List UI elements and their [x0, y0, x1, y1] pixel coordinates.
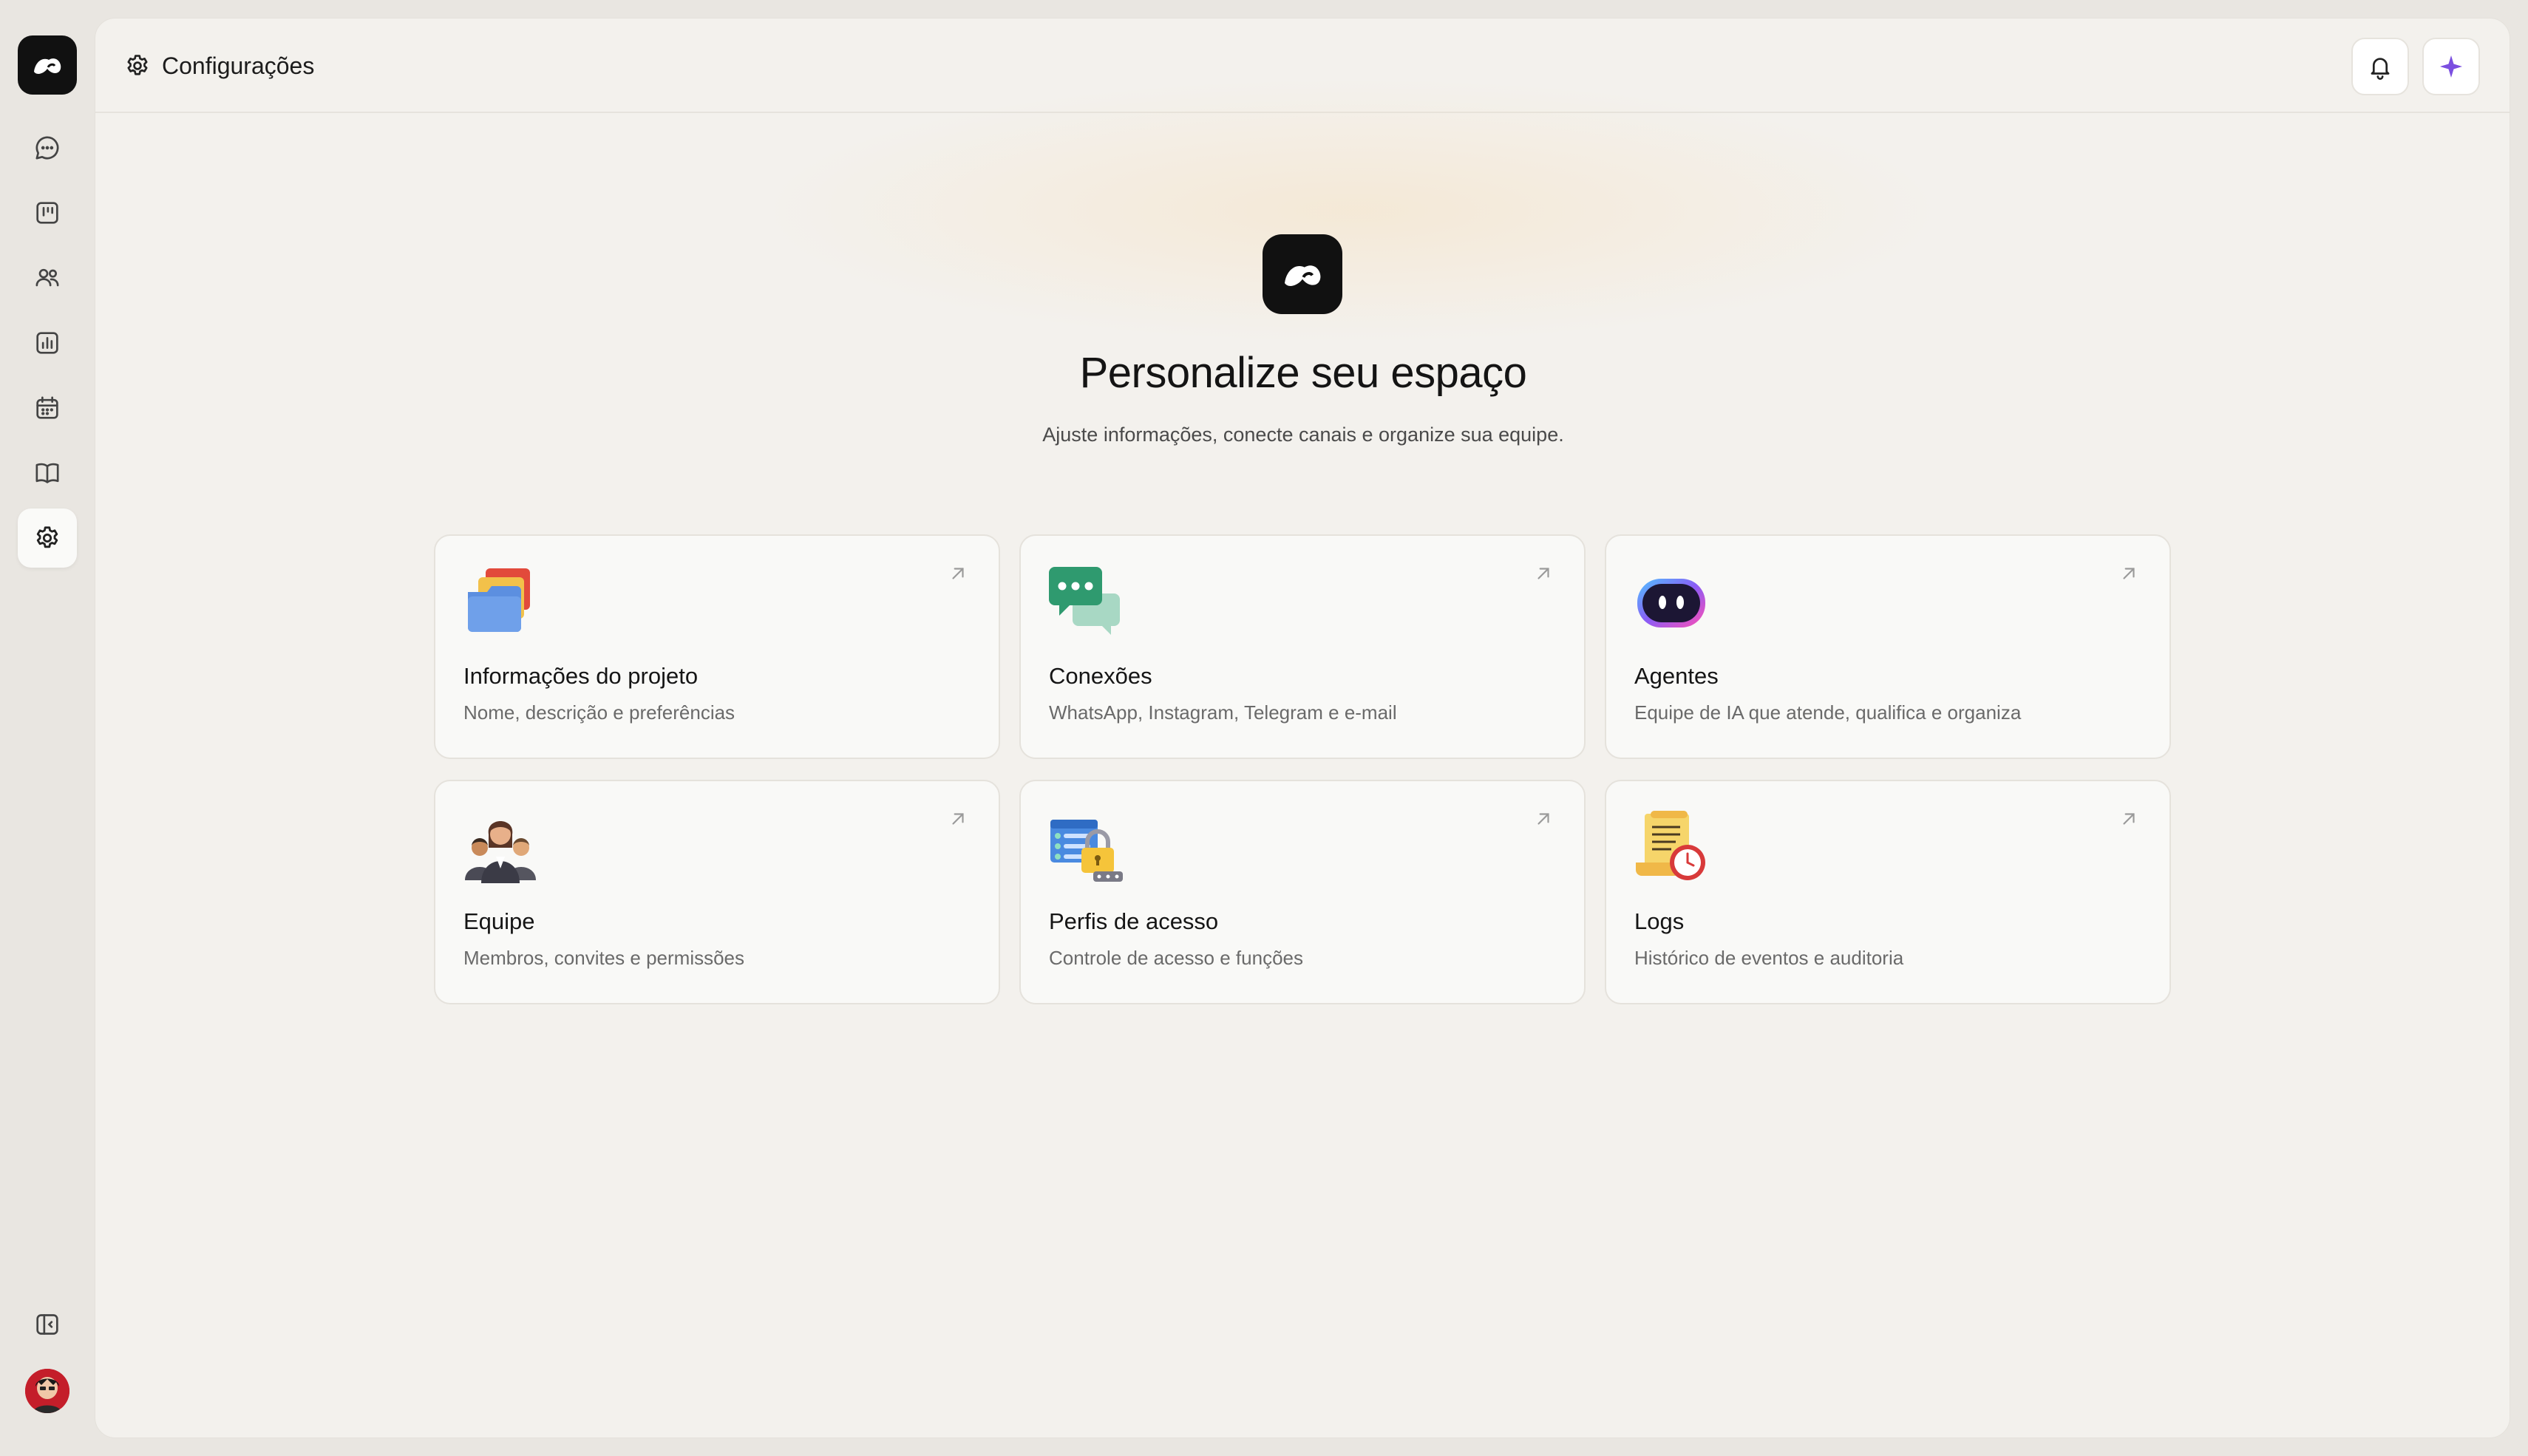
- card-description: WhatsApp, Instagram, Telegram e e-mail: [1049, 701, 1397, 724]
- board-icon: [36, 202, 58, 224]
- folders-icon: [468, 568, 530, 632]
- robot-icon: [1637, 579, 1705, 627]
- card-description: Controle de acesso e funções: [1049, 947, 1303, 969]
- arrow-up-right-icon: [2123, 568, 2135, 579]
- sidebar-item-knowledge[interactable]: [18, 443, 77, 503]
- sidebar-item-board[interactable]: [18, 183, 77, 242]
- arrow-up-right-icon: [2123, 813, 2135, 825]
- card-title: Agentes: [1634, 663, 1719, 689]
- ai-assistant-button[interactable]: [2422, 38, 2480, 95]
- card-title: Logs: [1634, 908, 1685, 934]
- card-title: Equipe: [463, 908, 535, 934]
- sidebar-toggle-icon: [36, 1314, 58, 1335]
- card-title: Conexões: [1049, 663, 1152, 689]
- hero-subtitle: Ajuste informações, conecte canais e org…: [1042, 423, 1564, 446]
- arrow-up-right-icon: [952, 568, 964, 579]
- sidebar-toggle-button[interactable]: [18, 1295, 77, 1354]
- lock-icon: [1050, 820, 1123, 882]
- chat-icon: [35, 136, 59, 160]
- sidebar-item-users[interactable]: [18, 248, 77, 307]
- card-title: Informações do projeto: [463, 663, 699, 689]
- card-connections[interactable]: Conexões WhatsApp, Instagram, Telegram e…: [1019, 534, 1586, 759]
- card-description: Equipe de IA que atende, qualifica e org…: [1634, 701, 2022, 724]
- sparkle-icon: [2439, 55, 2463, 78]
- hero-glow: [761, 78, 1943, 344]
- notifications-button[interactable]: [2351, 38, 2409, 95]
- users-icon: [35, 268, 59, 287]
- card-description: Nome, descrição e preferências: [463, 701, 735, 724]
- breadcrumb: Configurações: [123, 50, 314, 82]
- arrow-up-right-icon: [952, 813, 964, 825]
- arrow-up-right-icon: [1537, 568, 1549, 579]
- app-logo-icon: [34, 58, 61, 74]
- app-logo-icon: [1285, 265, 1321, 286]
- sidebar-item-reports[interactable]: [18, 313, 77, 372]
- card-title: Perfis de acesso: [1049, 908, 1219, 934]
- chat-bubbles-icon: [1049, 567, 1120, 635]
- card-description: Membros, convites e permissões: [463, 947, 745, 969]
- chart-icon: [36, 332, 58, 354]
- sidebar-item-settings[interactable]: [18, 508, 77, 568]
- arrow-up-right-icon: [1537, 813, 1549, 825]
- sidebar-item-calendar[interactable]: [18, 378, 77, 438]
- avatar-image: [25, 1369, 69, 1413]
- sidebar: [0, 0, 95, 1456]
- card-project-info[interactable]: Informações do projeto Nome, descrição e…: [434, 534, 1000, 759]
- hero-logo: [1263, 234, 1342, 314]
- gear-icon: [36, 526, 58, 548]
- bell-icon: [2371, 58, 2390, 80]
- sidebar-item-chat[interactable]: [18, 118, 77, 177]
- user-avatar[interactable]: [25, 1369, 69, 1413]
- book-icon: [35, 463, 59, 483]
- calendar-icon: [36, 396, 58, 419]
- hero-title: Personalize seu espaço: [1079, 349, 1527, 397]
- gear-icon: [127, 55, 148, 75]
- scroll-clock-icon: [1636, 811, 1705, 880]
- app-logo-button[interactable]: [18, 35, 77, 95]
- card-access-profiles[interactable]: Perfis de acesso Controle de acesso e fu…: [1019, 780, 1586, 1004]
- page-title: Configurações: [162, 52, 315, 79]
- card-team[interactable]: Equipe Membros, convites e permissões: [434, 780, 1000, 1004]
- main-panel: Configurações Personalize seu espaço Aju…: [95, 18, 2510, 1438]
- card-description: Histórico de eventos e auditoria: [1634, 947, 1904, 969]
- card-logs[interactable]: Logs Histórico de eventos e auditoria: [1605, 780, 2171, 1004]
- card-agents[interactable]: Agentes Equipe de IA que atende, qualifi…: [1605, 534, 2171, 759]
- team-icon: [465, 821, 536, 883]
